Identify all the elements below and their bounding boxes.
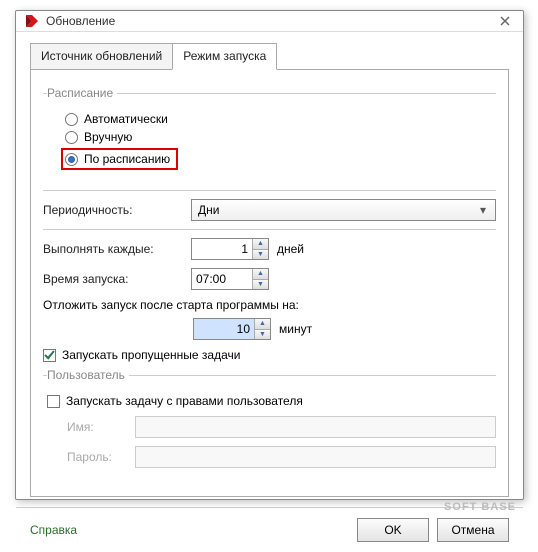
checkbox-icon — [43, 349, 56, 362]
spinner-buttons: ▲ ▼ — [252, 269, 268, 289]
label-run-as-user: Запускать задачу с правами пользователя — [66, 394, 303, 408]
divider — [43, 229, 496, 230]
select-periodicity[interactable]: Дни ▾ — [191, 199, 496, 221]
label-postpone: Отложить запуск после старта программы н… — [43, 298, 496, 312]
spinner-every-input[interactable] — [192, 239, 252, 259]
close-button[interactable] — [495, 11, 515, 31]
row-password: Пароль: — [47, 446, 496, 468]
radio-auto[interactable]: Автоматически — [65, 112, 496, 126]
spinner-up[interactable]: ▲ — [253, 239, 268, 250]
divider — [43, 190, 496, 191]
select-value: Дни — [198, 203, 219, 217]
footer: Справка OK Отмена — [16, 507, 523, 552]
input-password — [135, 446, 496, 468]
watermark: SOFT BASE — [444, 501, 516, 513]
label-run-missed: Запускать пропущенные задачи — [62, 348, 240, 362]
unit-days: дней — [277, 242, 304, 256]
row-start-time: Время запуска: ▲ ▼ — [43, 268, 496, 290]
radio-icon — [65, 131, 78, 144]
kaspersky-icon — [24, 13, 40, 29]
group-user: Пользователь Запускать задачу с правами … — [43, 368, 496, 484]
tab-panel: Расписание Автоматически Вручную По расп… — [30, 69, 509, 497]
row-postpone-input: ▲ ▼ минут — [193, 318, 496, 340]
ok-button[interactable]: OK — [357, 518, 429, 542]
chevron-down-icon: ▾ — [475, 203, 491, 217]
legend-user: Пользователь — [47, 368, 129, 382]
dialog-window: Обновление Источник обновлений Режим зап… — [15, 10, 524, 500]
spinner-buttons: ▲ ▼ — [252, 239, 268, 259]
label-username: Имя: — [67, 420, 127, 434]
spinner-postpone[interactable]: ▲ ▼ — [193, 318, 271, 340]
radio-by-schedule-label: По расписанию — [84, 152, 170, 166]
checkbox-run-as-user[interactable]: Запускать задачу с правами пользователя — [47, 394, 496, 408]
spinner-postpone-input[interactable] — [194, 319, 254, 339]
label-every: Выполнять каждые: — [43, 242, 183, 256]
highlight-red-box: По расписанию — [61, 148, 178, 170]
radio-icon — [65, 153, 78, 166]
unit-minutes: минут — [279, 322, 312, 336]
spinner-down[interactable]: ▼ — [253, 280, 268, 290]
radio-icon — [65, 113, 78, 126]
help-link[interactable]: Справка — [30, 523, 77, 537]
input-username — [135, 416, 496, 438]
titlebar: Обновление — [16, 11, 523, 32]
spinner-up[interactable]: ▲ — [253, 269, 268, 280]
row-username: Имя: — [47, 416, 496, 438]
checkbox-icon — [47, 395, 60, 408]
spinner-every[interactable]: ▲ ▼ — [191, 238, 269, 260]
radio-auto-label: Автоматически — [84, 112, 168, 126]
label-password: Пароль: — [67, 450, 127, 464]
row-every: Выполнять каждые: ▲ ▼ дней — [43, 238, 496, 260]
tabstrip: Источник обновлений Режим запуска — [30, 42, 509, 69]
radio-manual[interactable]: Вручную — [65, 130, 496, 144]
row-postpone: Отложить запуск после старта программы н… — [43, 298, 496, 312]
legend-schedule: Расписание — [47, 86, 117, 100]
spinner-down[interactable]: ▼ — [255, 330, 270, 340]
spinner-up[interactable]: ▲ — [255, 319, 270, 330]
tab-source[interactable]: Источник обновлений — [30, 43, 173, 70]
group-schedule: Расписание Автоматически Вручную По расп… — [43, 86, 496, 182]
window-title: Обновление — [46, 14, 495, 28]
spinner-start-time[interactable]: ▲ ▼ — [191, 268, 269, 290]
radio-manual-label: Вручную — [84, 130, 132, 144]
checkbox-run-missed[interactable]: Запускать пропущенные задачи — [43, 348, 496, 362]
spinner-start-time-input[interactable] — [192, 269, 252, 289]
cancel-button[interactable]: Отмена — [437, 518, 509, 542]
spinner-down[interactable]: ▼ — [253, 250, 268, 260]
radio-by-schedule[interactable]: По расписанию — [61, 148, 496, 170]
label-periodicity: Периодичность: — [43, 203, 183, 217]
row-periodicity: Периодичность: Дни ▾ — [43, 199, 496, 221]
label-start-time: Время запуска: — [43, 272, 183, 286]
client-area: Источник обновлений Режим запуска Распис… — [16, 32, 523, 507]
spinner-buttons: ▲ ▼ — [254, 319, 270, 339]
tab-run-mode[interactable]: Режим запуска — [172, 43, 277, 70]
